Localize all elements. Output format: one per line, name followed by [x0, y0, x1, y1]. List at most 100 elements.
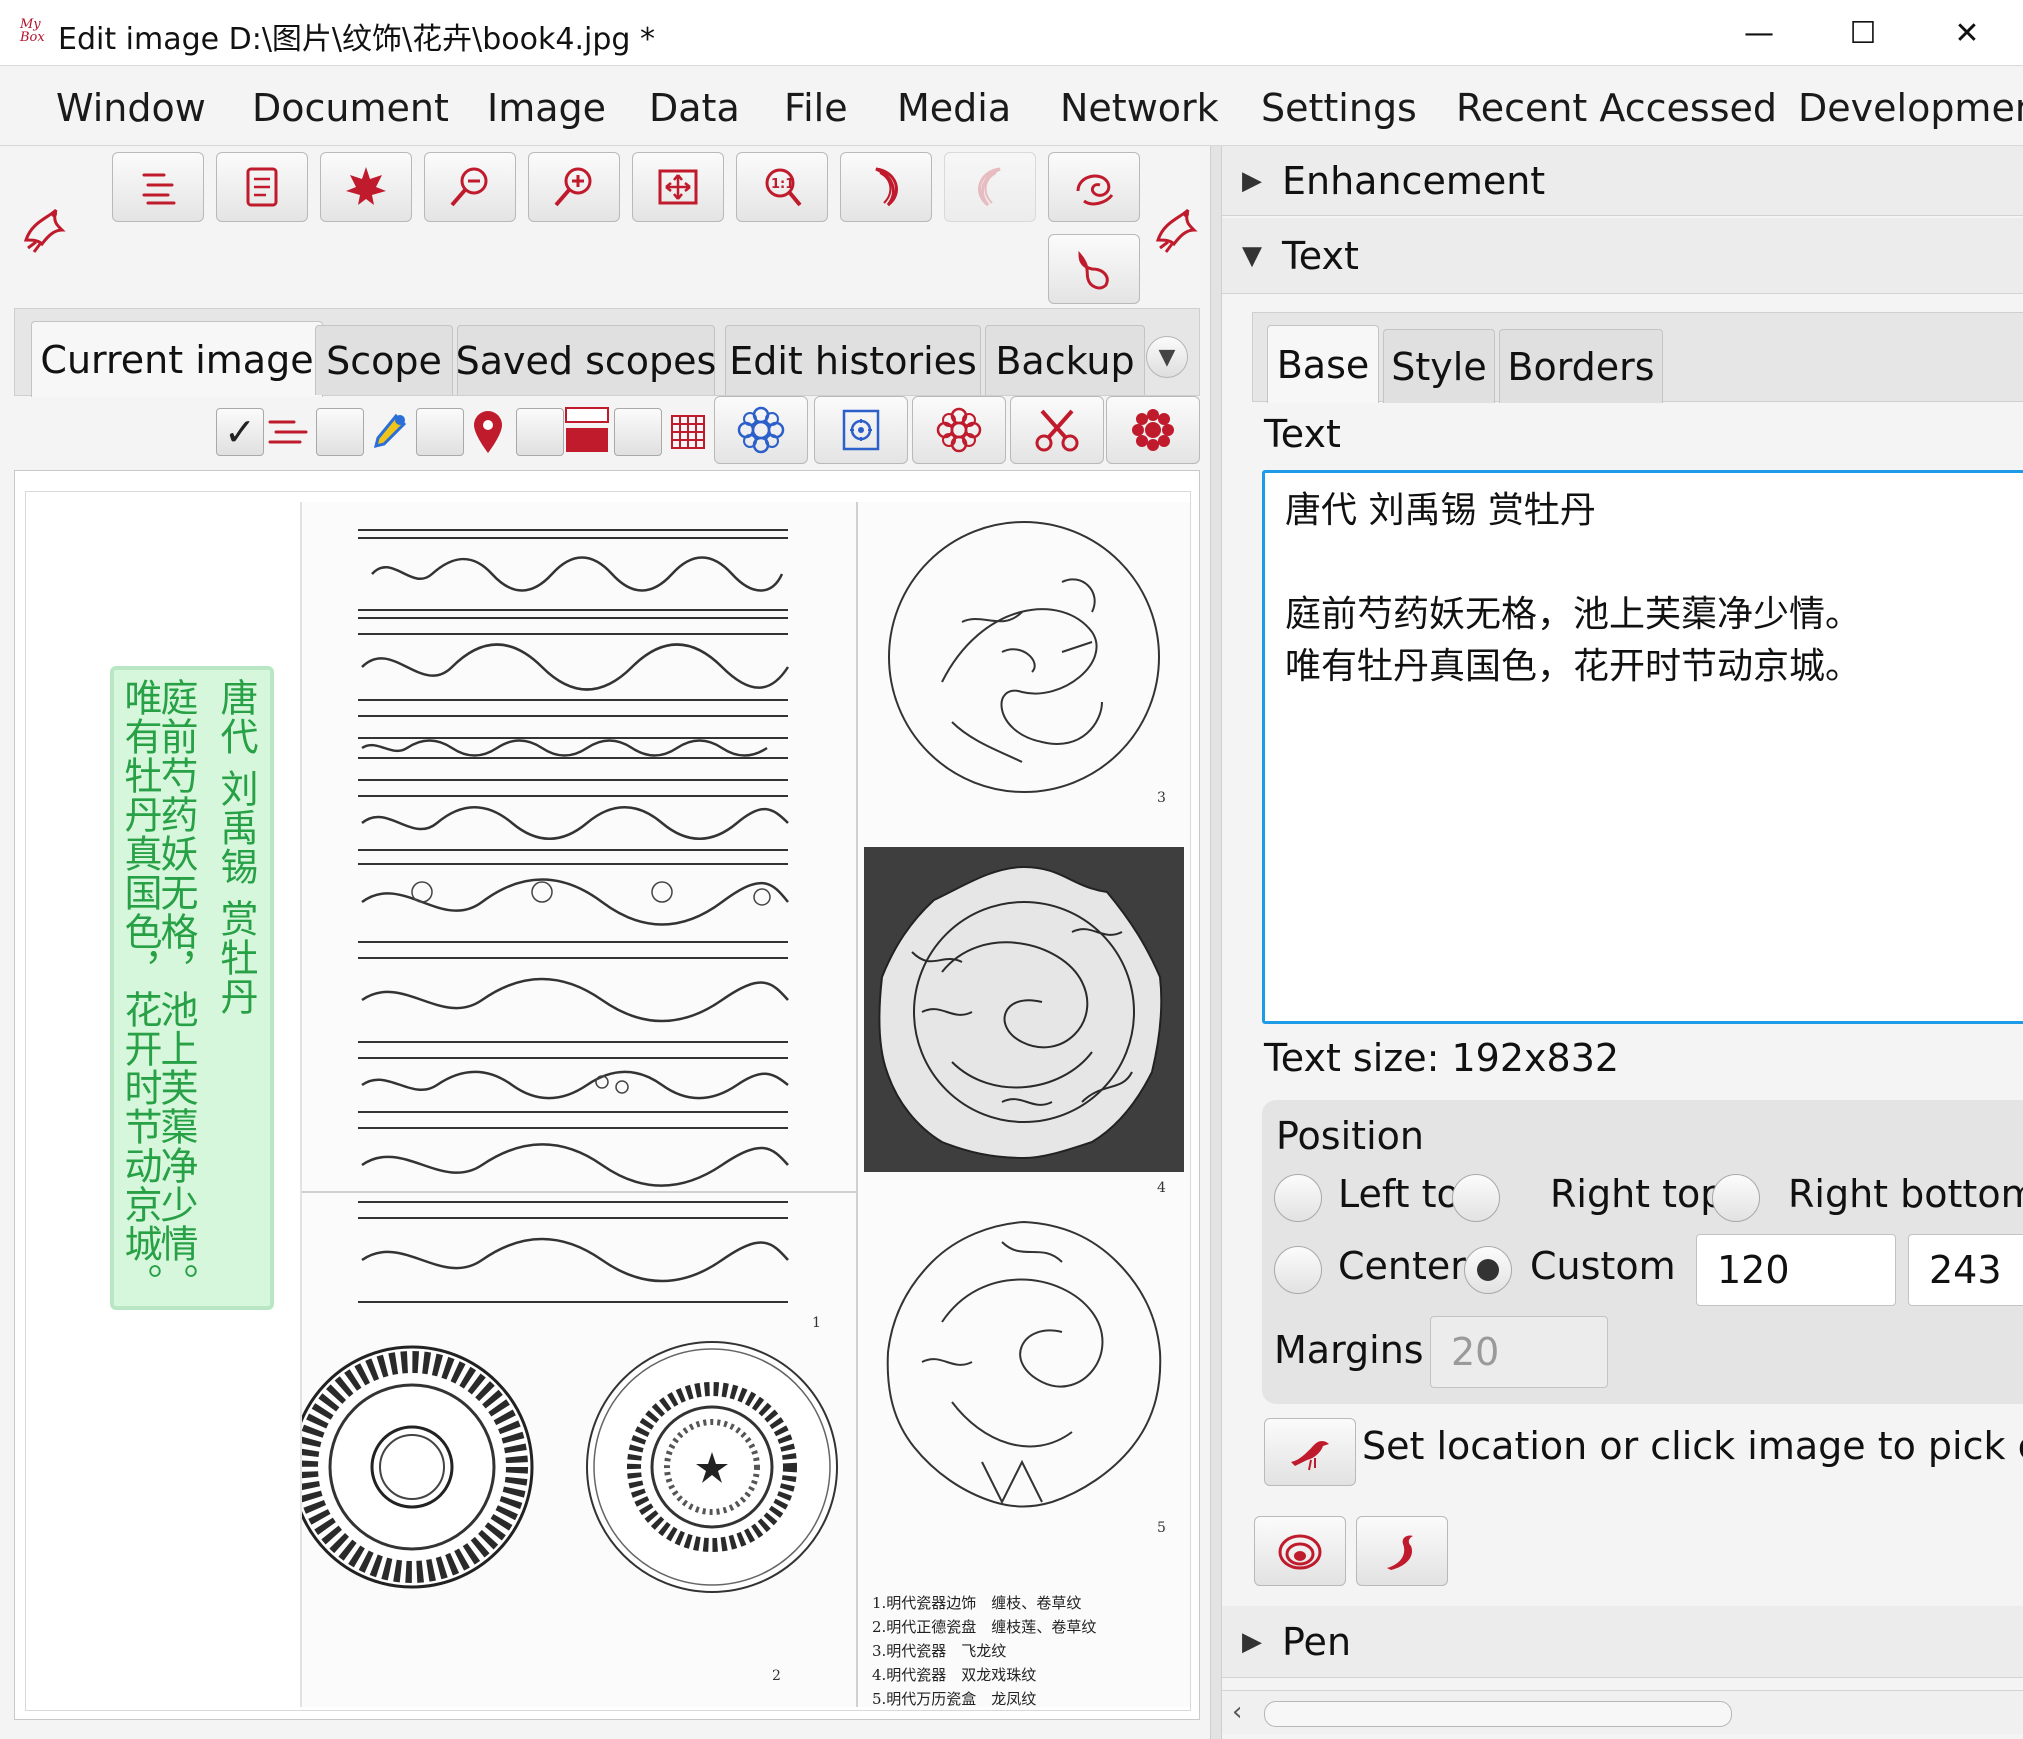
caption-line: 1.明代瓷器边饰 缠枝、卷草纹 — [872, 1594, 1082, 1612]
section-title: Enhancement — [1282, 158, 1546, 203]
radio-custom[interactable] — [1464, 1246, 1512, 1294]
figure-number: 1 — [812, 1315, 821, 1331]
zoom-in-icon — [554, 167, 592, 207]
tab-style[interactable]: Style — [1383, 329, 1495, 403]
text-options-tab-bar: Base Style Borders — [1252, 312, 2023, 403]
menu-data[interactable]: Data — [649, 86, 740, 130]
image-viewport[interactable]: 3 4 5 1 2 1.明代瓷器边饰 缠枝、卷草纹 2.明代正德瓷盘 缠枝莲、卷… — [25, 491, 1191, 1711]
split-pane-divider[interactable] — [1210, 146, 1222, 1739]
rotate-left-button[interactable] — [840, 152, 932, 222]
menu-development[interactable]: Development — [1798, 86, 2023, 130]
checkbox-color-picker[interactable] — [316, 408, 364, 456]
radio-left-top[interactable] — [1274, 1174, 1322, 1222]
figure-number: 3 — [1157, 790, 1166, 806]
tab-backup[interactable]: Backup — [985, 325, 1145, 395]
close-button[interactable]: ✕ — [1915, 0, 2019, 66]
menu-document[interactable]: Document — [252, 86, 449, 130]
menu-network[interactable]: Network — [1060, 86, 1219, 130]
app-logo: My Box — [20, 17, 45, 45]
radio-right-bottom[interactable] — [1712, 1174, 1760, 1222]
tabs-dropdown-button[interactable]: ▼ — [1146, 336, 1188, 378]
menu-file[interactable]: File — [784, 86, 848, 130]
text-size-label: Text size: 192x832 — [1264, 1036, 1620, 1080]
tab-saved-scopes[interactable]: Saved scopes — [456, 325, 716, 395]
zoom-in-button[interactable] — [528, 152, 620, 222]
horizontal-scrollbar[interactable]: ‹ — [1222, 1690, 2023, 1734]
menu-media[interactable]: Media — [897, 86, 1011, 130]
red-flower-outline-button[interactable] — [912, 396, 1006, 464]
figure-number: 2 — [772, 1668, 781, 1684]
pick-location-button[interactable] — [1264, 1418, 1356, 1486]
menu-settings[interactable]: Settings — [1261, 86, 1417, 130]
radio-label: Custom — [1530, 1244, 1676, 1288]
rotate-right-button[interactable] — [944, 152, 1036, 222]
margins-field[interactable]: 20 — [1430, 1316, 1608, 1388]
tab-borders[interactable]: Borders — [1499, 329, 1663, 403]
maximize-button[interactable]: ☐ — [1811, 0, 1915, 66]
scrollbar-thumb[interactable] — [1264, 1701, 1732, 1727]
figure-captions: 1.明代瓷器边饰 缠枝、卷草纹 2.明代正德瓷盘 缠枝莲、卷草纹 3.明代瓷器 … — [872, 1592, 1172, 1708]
menu-recent-accessed[interactable]: Recent Accessed — [1456, 86, 1777, 130]
page-list-button[interactable] — [112, 152, 204, 222]
undo-button[interactable] — [1048, 234, 1140, 304]
caption-line: 2.明代正德瓷盘 缠枝莲、卷草纹 — [872, 1618, 1097, 1636]
x-coordinate-field[interactable]: 120 — [1696, 1234, 1896, 1306]
text-section-header[interactable]: ▼ Text — [1222, 218, 2023, 294]
apply-text-button[interactable] — [1356, 1516, 1448, 1586]
checkbox-location[interactable] — [416, 408, 464, 456]
chevron-right-icon: ▶ — [1242, 1626, 1262, 1657]
cut-button[interactable] — [1010, 396, 1104, 464]
ornament-illustration: 3 4 5 1 2 — [302, 502, 1184, 1707]
red-flower-icon — [1132, 409, 1174, 451]
text-input-area[interactable]: 唐代 刘禹锡 赏牡丹 庭前芍药妖无格，池上芙蕖净少情。 唯有牡丹真国色，花开时节… — [1262, 470, 2023, 1024]
checkbox-rectangle[interactable] — [516, 408, 564, 456]
tab-scope[interactable]: Scope — [315, 325, 453, 395]
text-label: Text — [1264, 412, 1341, 456]
tab-current-image[interactable]: Current image — [31, 321, 323, 397]
menu-image[interactable]: Image — [487, 86, 606, 130]
swirl-button[interactable] — [1048, 152, 1140, 222]
caption-line: 4.明代瓷器 双龙戏珠纹 — [872, 1666, 1037, 1684]
pen-section-header[interactable]: ▶ Pen — [1222, 1606, 2023, 1678]
section-title: Pen — [1282, 1619, 1352, 1664]
document-button[interactable] — [216, 152, 308, 222]
image-canvas[interactable]: 3 4 5 1 2 1.明代瓷器边饰 缠枝、卷草纹 2.明代正德瓷盘 缠枝莲、卷… — [14, 470, 1200, 1720]
tab-edit-histories[interactable]: Edit histories — [725, 325, 981, 395]
actual-size-button[interactable]: 1:1 — [736, 152, 828, 222]
brush-stroke-icon — [1387, 1535, 1413, 1570]
spiral-icon — [1278, 1534, 1322, 1570]
menu-bar: Window Document Image Data File Media Ne… — [0, 72, 2023, 146]
checkbox-grid[interactable] — [614, 408, 662, 456]
red-flower-button[interactable] — [1106, 396, 1200, 464]
scope-pattern-button[interactable] — [714, 396, 808, 464]
pick-location-hint: Set location or click image to pick coor… — [1362, 1424, 2023, 1468]
radio-right-top[interactable] — [1452, 1174, 1500, 1222]
fit-window-button[interactable] — [632, 152, 724, 222]
poem-column: 唯有牡丹真国色，花开时节动京城。 — [118, 678, 162, 1302]
checkmark-icon: ✓ — [224, 410, 256, 454]
scroll-left-icon[interactable]: ‹ — [1232, 1697, 1242, 1727]
tab-base[interactable]: Base — [1267, 325, 1379, 403]
image-tab-bar: Current image Scope Saved scopes Edit hi… — [14, 308, 1200, 397]
menu-window[interactable]: Window — [56, 86, 206, 130]
enhancement-section-header[interactable]: ▶ Enhancement — [1222, 146, 2023, 216]
eyedropper-icon — [364, 408, 412, 456]
maple-leaf-button[interactable] — [320, 152, 412, 222]
position-group: Position Left top Right top Right bottom… — [1262, 1100, 2023, 1404]
y-coordinate-field[interactable]: 243 — [1908, 1234, 2023, 1306]
book-page-image[interactable]: 3 4 5 1 2 1.明代瓷器边饰 缠枝、卷草纹 2.明代正德瓷盘 缠枝莲、卷… — [300, 502, 1190, 1708]
minimize-button[interactable]: — — [1707, 0, 1811, 66]
phoenix-icon — [23, 208, 66, 253]
radio-center[interactable] — [1274, 1246, 1322, 1294]
blue-framed-flower-icon — [842, 409, 880, 451]
zoom-out-button[interactable] — [424, 152, 516, 222]
bird-icon — [1291, 1441, 1329, 1471]
rotate-text-button[interactable] — [1254, 1516, 1346, 1586]
rotate-right-icon — [978, 167, 1001, 207]
scope-frame-button[interactable] — [814, 396, 908, 464]
page-list-icon — [142, 173, 176, 205]
rectangle-fill-icon — [564, 406, 610, 454]
checkbox-pop[interactable]: ✓ — [216, 408, 264, 456]
caption-line: 5.明代万历瓷盒 龙凤纹 — [872, 1690, 1037, 1708]
text-overlay-box[interactable]: 唐代 刘禹锡 赏牡丹 庭前芍药妖无格，池上芙蕖净少情。 唯有牡丹真国色，花开时节… — [110, 666, 274, 1310]
